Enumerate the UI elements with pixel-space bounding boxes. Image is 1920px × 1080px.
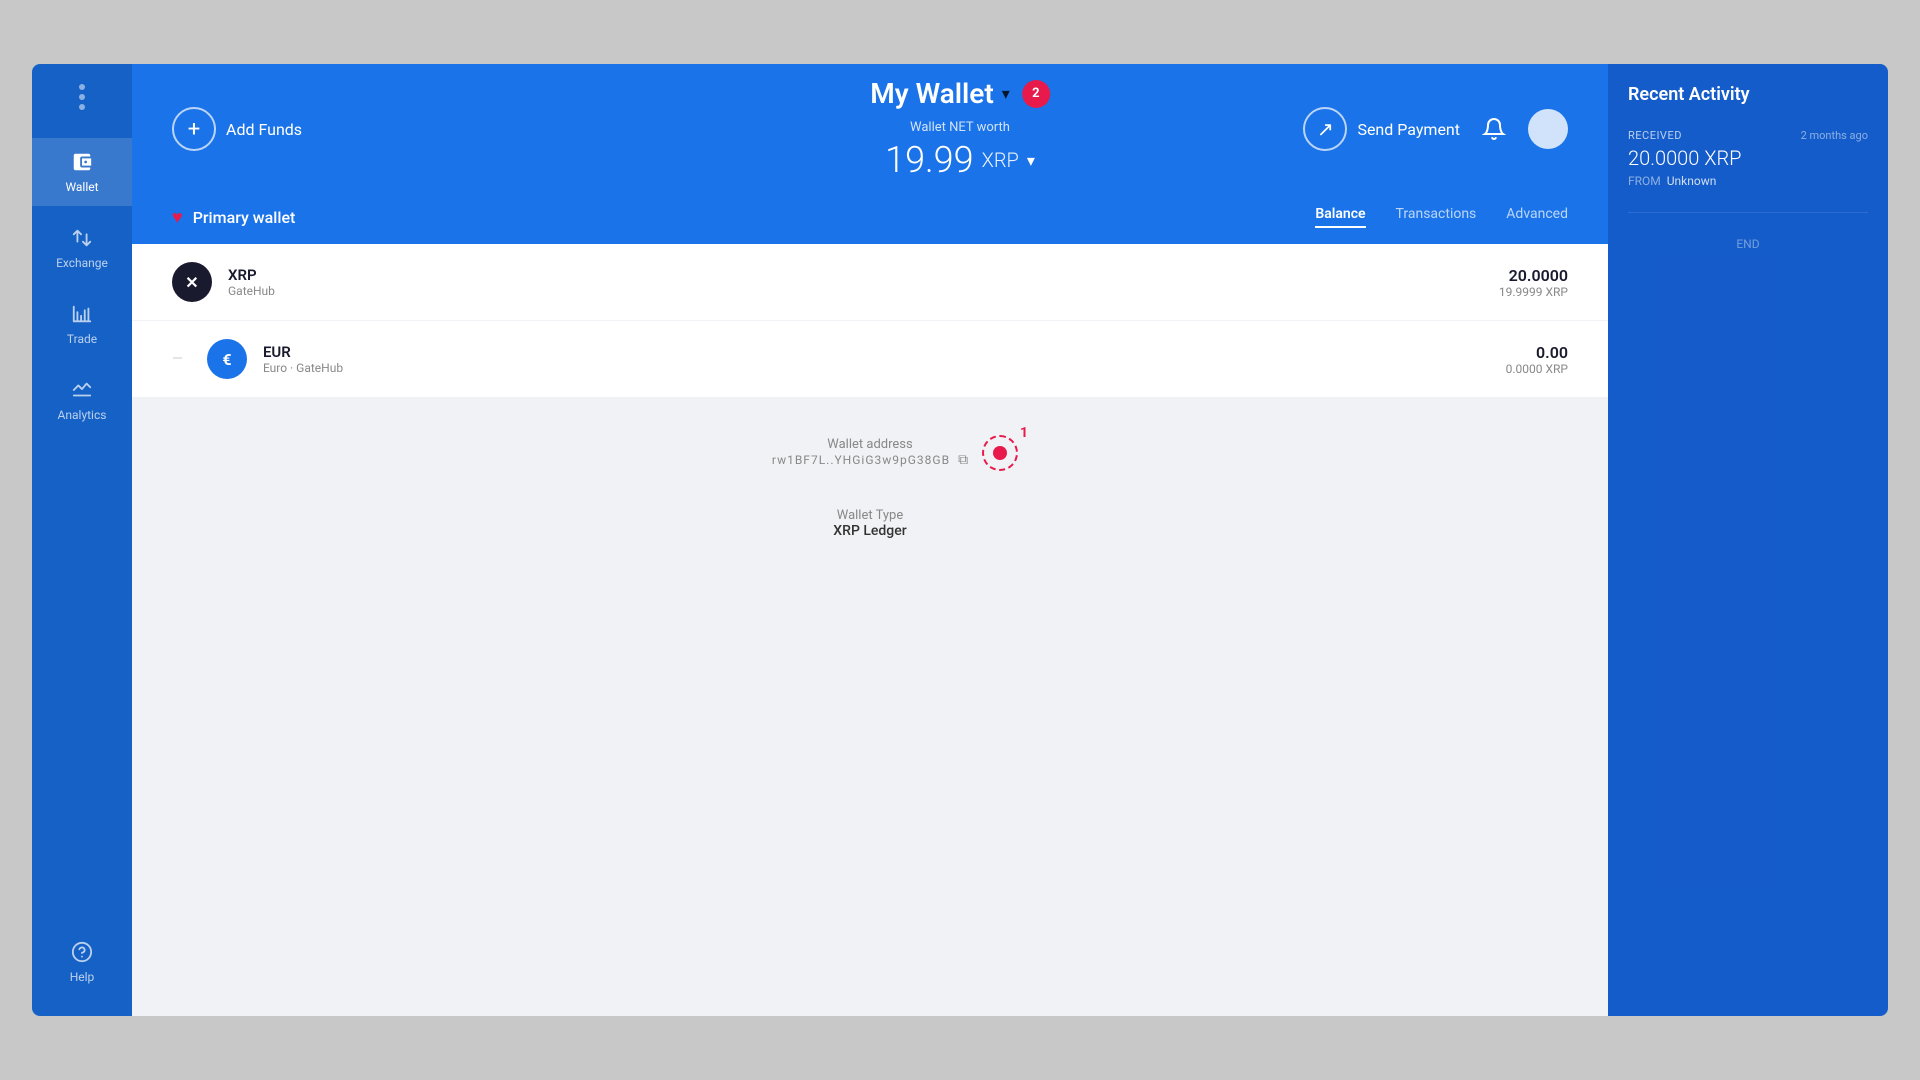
- help-icon: [70, 940, 94, 964]
- eur-icon: €: [207, 339, 247, 379]
- notification-badge: 2: [1022, 80, 1050, 108]
- wallet-info-section: Wallet address rw1BF7L..YHGiG3w9pG38GB ⧉…: [132, 397, 1608, 1016]
- app-window: Wallet Exchange Trade: [32, 64, 1888, 1016]
- sidebar-label-wallet: Wallet: [65, 180, 98, 194]
- wallet-address-text: rw1BF7L..YHGiG3w9pG38GB: [772, 453, 950, 467]
- exchange-icon: [70, 226, 94, 250]
- activity-amount: 20.0000 XRP: [1628, 146, 1868, 170]
- wallet-name: Primary wallet: [193, 208, 296, 227]
- header: + Add Funds My Wallet ▾ 2 Wallet NET wor: [132, 64, 1608, 194]
- eur-sub: Euro · GateHub: [263, 361, 1490, 375]
- xrp-balance: 20.0000 19.9999 XRP: [1499, 266, 1568, 299]
- header-right: ↗ Send Payment: [1303, 107, 1568, 151]
- xrp-name: XRP: [228, 266, 1483, 284]
- wallet-type-value: XRP Ledger: [833, 523, 906, 539]
- balance-table: ✕ XRP GateHub 20.0000 19.9999 XRP — €: [132, 244, 1608, 397]
- user-avatar[interactable]: [1528, 109, 1568, 149]
- copy-icon[interactable]: ⧉: [958, 452, 968, 468]
- activity-from-value: Unknown: [1667, 174, 1717, 188]
- right-panel: Recent Activity RECEIVED 2 months ago 20…: [1608, 64, 1888, 1016]
- add-funds-button[interactable]: + Add Funds: [172, 107, 302, 151]
- eur-name: EUR: [263, 343, 1490, 361]
- activity-divider: [1628, 212, 1868, 213]
- sidebar-item-trade[interactable]: Trade: [32, 290, 132, 358]
- bell-icon[interactable]: [1480, 115, 1508, 143]
- tab-balance[interactable]: Balance: [1315, 206, 1365, 228]
- tab-advanced[interactable]: Advanced: [1506, 206, 1568, 228]
- table-row: — € EUR Euro · GateHub 0.00 0.0000 XRP: [132, 321, 1608, 397]
- wallet-tabs: Balance Transactions Advanced: [1315, 206, 1568, 228]
- sidebar: Wallet Exchange Trade: [32, 64, 132, 1016]
- sidebar-item-exchange[interactable]: Exchange: [32, 214, 132, 282]
- wallet-title: My Wallet: [870, 77, 994, 110]
- sidebar-label-exchange: Exchange: [56, 256, 108, 270]
- wallet-header: ♥ Primary wallet Balance Transactions Ad…: [132, 194, 1608, 244]
- row-dash: —: [172, 351, 183, 367]
- xrp-sub: GateHub: [228, 284, 1483, 298]
- activity-type: RECEIVED: [1628, 129, 1682, 142]
- send-payment-label: Send Payment: [1357, 120, 1460, 139]
- xrp-icon: ✕: [172, 262, 212, 302]
- eur-balance: 0.00 0.0000 XRP: [1506, 343, 1568, 376]
- table-row: ✕ XRP GateHub 20.0000 19.9999 XRP: [132, 244, 1608, 321]
- wallet-title-section: My Wallet ▾ 2: [870, 77, 1050, 110]
- xrp-info: XRP GateHub: [228, 266, 1483, 298]
- main-content: + Add Funds My Wallet ▾ 2 Wallet NET wor: [132, 64, 1608, 1016]
- sidebar-dot-3: [79, 104, 85, 110]
- target-1-dot: [993, 446, 1007, 460]
- activity-header: RECEIVED 2 months ago: [1628, 129, 1868, 142]
- net-worth-section: Wallet NET worth 19.99 XRP ▾: [885, 120, 1035, 181]
- sidebar-label-help: Help: [70, 970, 95, 984]
- target-1-label: 1: [1020, 425, 1028, 441]
- wallet-name-section: ♥ Primary wallet: [172, 207, 295, 228]
- panel-title: Recent Activity: [1628, 84, 1868, 105]
- tab-transactions[interactable]: Transactions: [1396, 206, 1477, 228]
- wallet-address-value: rw1BF7L..YHGiG3w9pG38GB ⧉: [772, 452, 968, 468]
- eur-info: EUR Euro · GateHub: [263, 343, 1490, 375]
- wallet-icon: [70, 150, 94, 174]
- sidebar-item-help[interactable]: Help: [32, 928, 132, 996]
- net-worth-value: 19.99 XRP ▾: [885, 139, 1035, 181]
- trade-icon: [70, 302, 94, 326]
- wallet-area: ♥ Primary wallet Balance Transactions Ad…: [132, 194, 1608, 1016]
- end-label: END: [1628, 237, 1868, 251]
- net-worth-label: Wallet NET worth: [885, 120, 1035, 135]
- sidebar-label-analytics: Analytics: [58, 408, 107, 422]
- activity-from-label: FROM: [1628, 174, 1661, 188]
- sidebar-item-analytics[interactable]: Analytics: [32, 366, 132, 434]
- wallet-chevron[interactable]: ▾: [1002, 84, 1010, 103]
- heart-icon: ♥: [172, 207, 183, 228]
- wallet-type-label: Wallet Type: [833, 508, 906, 523]
- eur-main-balance: 0.00: [1506, 343, 1568, 362]
- plus-icon: +: [172, 107, 216, 151]
- sidebar-label-trade: Trade: [67, 332, 97, 346]
- send-arrow-icon: ↗: [1303, 107, 1347, 151]
- target-1-indicator: [982, 435, 1018, 471]
- net-worth-currency: XRP: [982, 148, 1019, 172]
- currency-chevron[interactable]: ▾: [1027, 151, 1035, 170]
- add-funds-label: Add Funds: [226, 120, 302, 139]
- xrp-main-balance: 20.0000: [1499, 266, 1568, 285]
- sidebar-dot-1: [79, 84, 85, 90]
- sidebar-item-wallet[interactable]: Wallet: [32, 138, 132, 206]
- xrp-sub-balance: 19.9999 XRP: [1499, 285, 1568, 299]
- net-worth-amount: 19.99: [885, 139, 974, 181]
- activity-from: FROM Unknown: [1628, 174, 1868, 188]
- activity-item: RECEIVED 2 months ago 20.0000 XRP FROM U…: [1628, 129, 1868, 188]
- analytics-icon: [70, 378, 94, 402]
- send-payment-button[interactable]: ↗ Send Payment: [1303, 107, 1460, 151]
- eur-sub-balance: 0.0000 XRP: [1506, 362, 1568, 376]
- activity-time: 2 months ago: [1801, 129, 1868, 142]
- wallet-address-label: Wallet address: [772, 437, 968, 452]
- sidebar-dots: [79, 84, 85, 110]
- sidebar-dot-2: [79, 94, 85, 100]
